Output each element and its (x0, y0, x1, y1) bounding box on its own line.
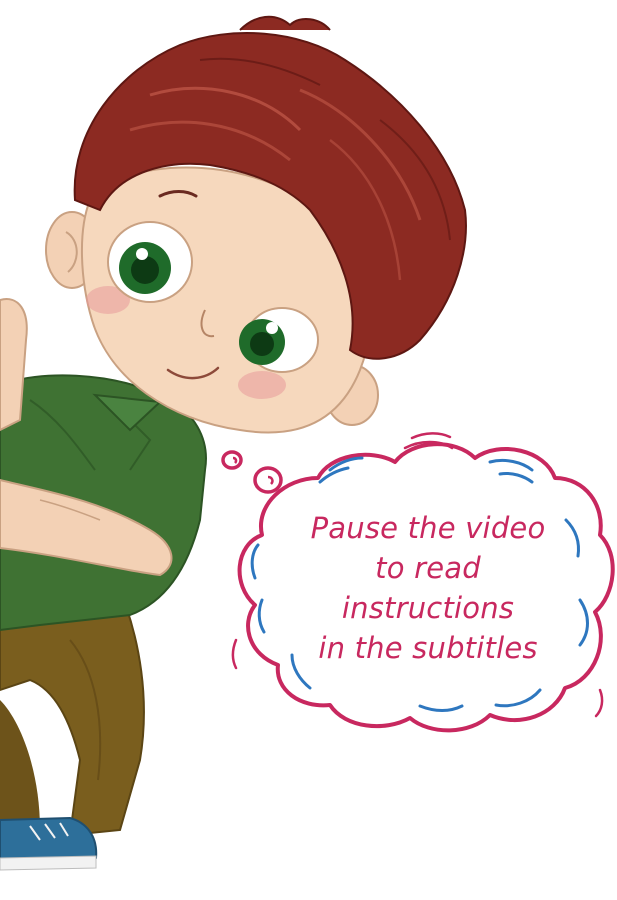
thought-dot-icon (253, 466, 283, 494)
bubble-line: Pause the video (310, 511, 546, 545)
thought-dot-icon (221, 450, 243, 470)
bubble-line: to read (375, 551, 481, 585)
boy-character-icon (0, 15, 467, 871)
thought-bubble-text: Pause the video to read instructions in … (268, 508, 588, 668)
eye-icon (107, 221, 193, 303)
bubble-line: in the subtitles (318, 631, 538, 665)
bubble-line: instructions (341, 591, 515, 625)
illustration-canvas (0, 15, 615, 871)
shoe-icon (0, 816, 98, 871)
